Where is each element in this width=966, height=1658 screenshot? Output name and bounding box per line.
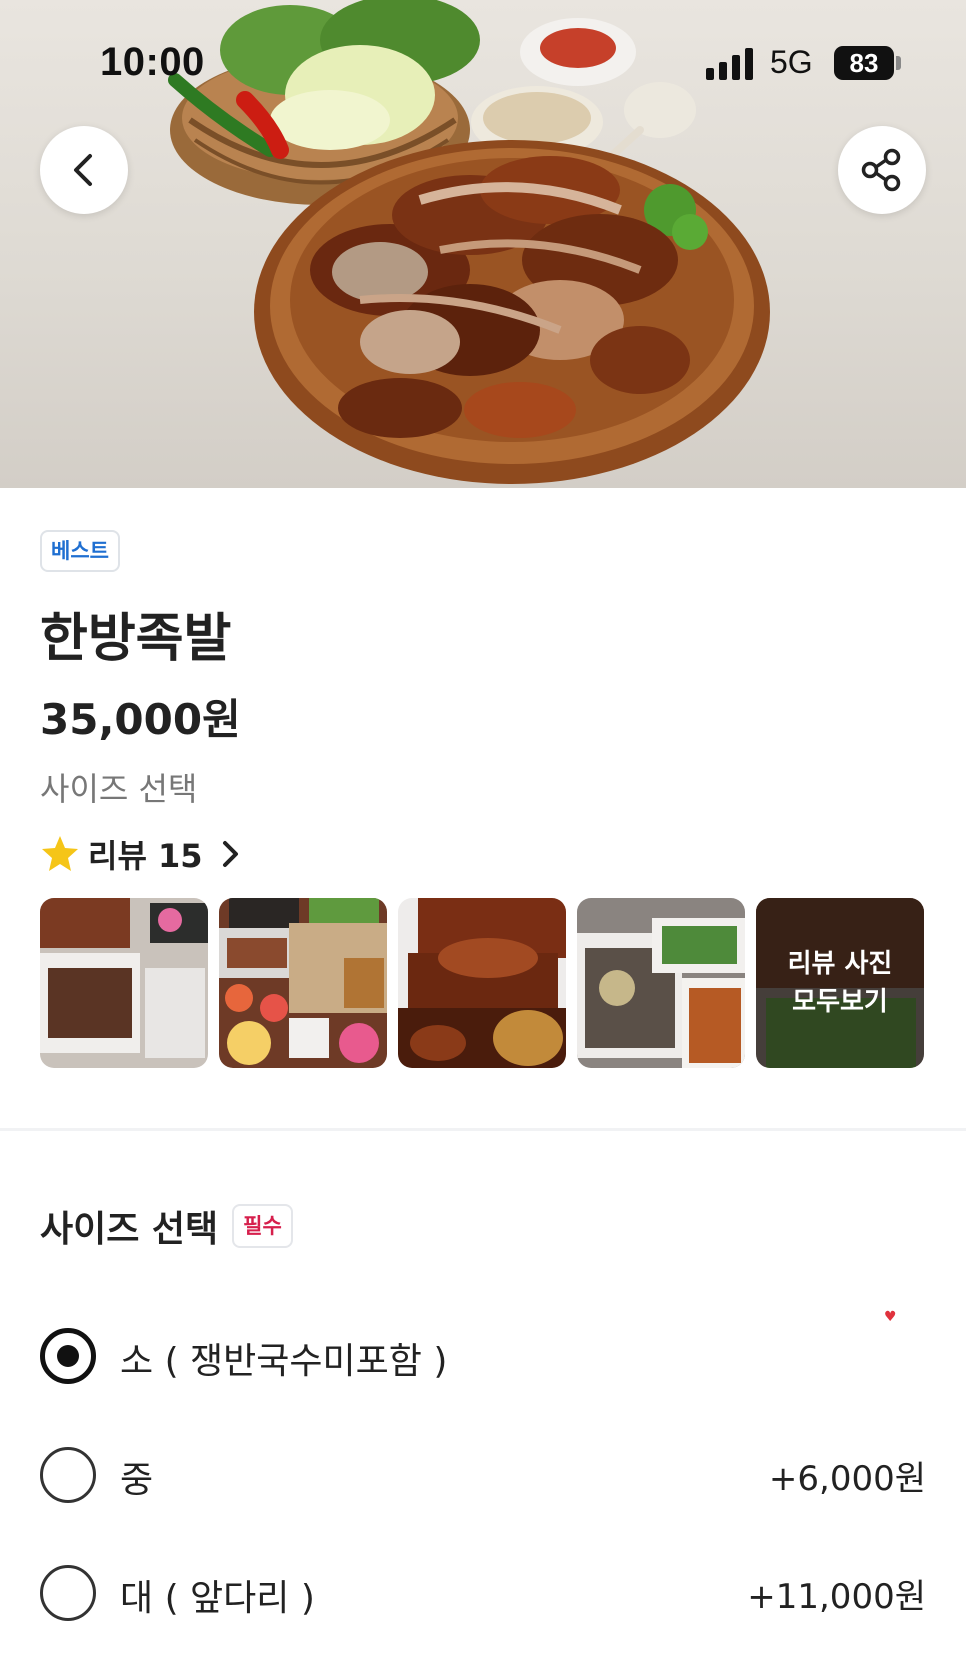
back-button[interactable] [40,126,128,214]
review-photo[interactable] [219,898,387,1068]
option-label: 소 ( 쟁반국수미포함 ) [120,1341,448,1382]
review-photo[interactable] [40,898,208,1068]
option-price: +6,000원 [768,1459,926,1499]
status-time: 10:00 [100,40,205,84]
size-option-medium[interactable]: 중 +6,000원 [40,1445,926,1505]
battery-indicator: 83 [834,46,894,80]
view-all-review-photos[interactable]: 리뷰 사진 모두보기 [756,898,924,1068]
share-button[interactable] [838,126,926,214]
signal-strength-icon [706,48,753,80]
product-subtitle: 사이즈 선택 [40,770,198,808]
option-label: 중 [120,1460,154,1501]
star-icon [42,836,78,871]
option-price: +11,000원 [747,1577,926,1617]
heart-icon: ♥ [884,1309,897,1325]
size-section-title: 사이즈 선택 [40,1209,219,1250]
radio-selected[interactable] [40,1328,96,1384]
review-photo[interactable] [398,898,566,1068]
chevron-left-icon [74,154,92,186]
view-all-line2: 모두보기 [792,987,888,1017]
product-name: 한방족발 [40,609,232,669]
share-icon [861,148,901,192]
best-badge: 베스트 [40,530,120,572]
size-section-header: 사이즈 선택 필수 [40,1200,293,1252]
view-all-line1: 리뷰 사진 [787,949,893,979]
review-photo[interactable] [577,898,745,1068]
section-divider [0,1128,966,1131]
size-option-small[interactable]: 소 ( 쟁반국수미포함 ) [40,1326,926,1386]
size-option-large[interactable]: 대 ( 앞다리 ) +11,000원 [40,1563,926,1623]
view-all-overlay: 리뷰 사진 모두보기 [756,898,924,1068]
product-hero-image: 10:00 5G 83 [0,0,966,488]
radio-unselected[interactable] [40,1447,96,1503]
review-count-label: 리뷰 15 [88,837,203,875]
radio-unselected[interactable] [40,1565,96,1621]
battery-tip [896,56,901,70]
status-bar: 10:00 5G 83 [0,36,966,92]
option-label: 대 ( 앞다리 ) [120,1578,315,1619]
chevron-right-icon [222,841,238,867]
network-type: 5G [770,44,813,80]
review-link[interactable]: 리뷰 15 [40,832,243,876]
product-price: 35,000원 [40,695,241,744]
required-badge: 필수 [232,1204,293,1248]
